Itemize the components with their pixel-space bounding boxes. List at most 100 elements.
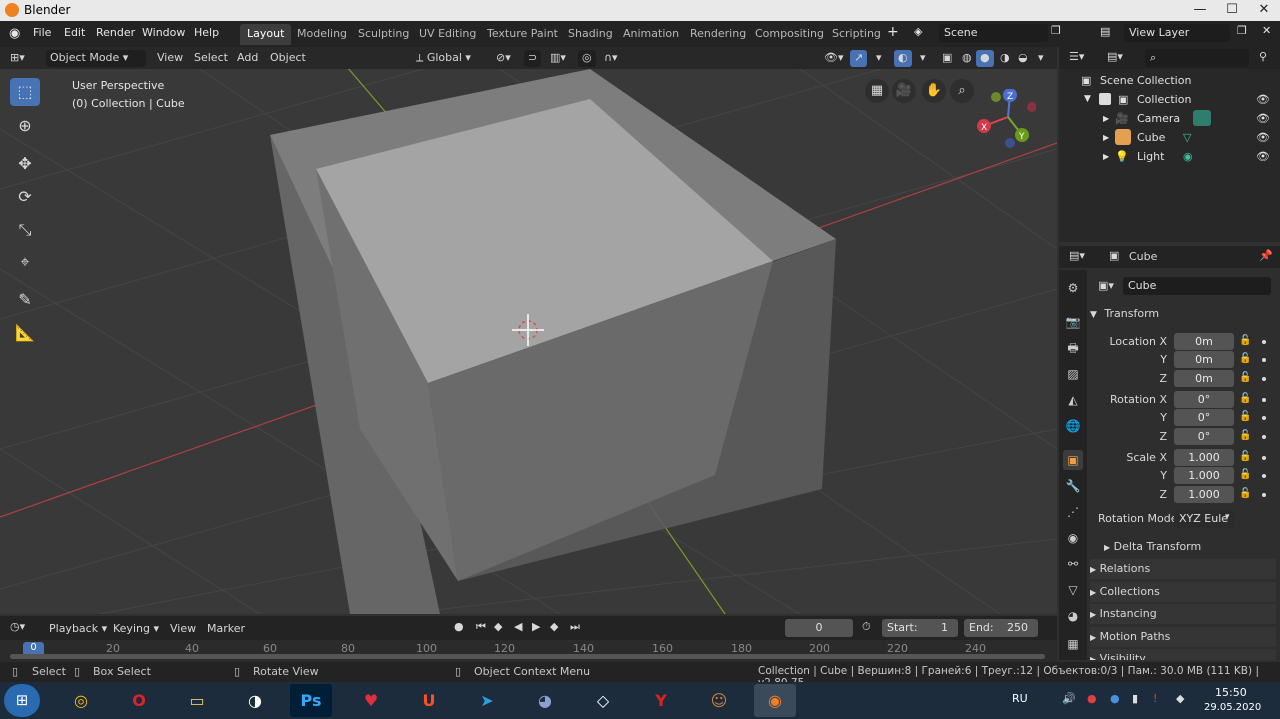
menu-select[interactable]: Select (190, 50, 232, 67)
expand-arrow-icon[interactable]: ▶ (1103, 147, 1109, 166)
pan-hand-icon[interactable]: ✋ (922, 79, 946, 103)
outliner-row-camera[interactable]: ▶ 🎥 Camera 👁 (1059, 109, 1280, 128)
marker-menu[interactable]: Marker (207, 622, 245, 635)
expand-arrow-icon[interactable]: ▶ (1103, 128, 1109, 147)
inkscape-icon[interactable]: ◑ (234, 684, 276, 717)
toggle-camera-view-icon[interactable]: ▦ (865, 79, 889, 103)
mesh-data-icon[interactable]: ▽ (1183, 128, 1191, 147)
relations-panel[interactable]: ▶ Relations (1090, 559, 1276, 579)
visibility-eye-icon[interactable]: 👁 (1256, 90, 1270, 109)
gizmo-toggle-icon[interactable]: ↗ (850, 50, 868, 67)
scene-name-field[interactable]: Scene (939, 24, 1048, 42)
play-icon[interactable]: ▶ (532, 620, 540, 633)
app-heart-icon[interactable]: ♥ (350, 684, 392, 717)
end-frame-field[interactable]: End: 250 (964, 619, 1038, 637)
filter-icon[interactable]: ⚲ (1259, 50, 1267, 63)
timeline-scrollbar[interactable] (10, 654, 1045, 659)
material-shading-icon[interactable]: ◑ (996, 50, 1014, 67)
add-workspace-icon[interactable]: + (887, 24, 899, 40)
move-tool-icon[interactable]: ✥ (10, 150, 40, 178)
tab-shading[interactable]: Shading (561, 24, 620, 45)
app-u-icon[interactable]: U (408, 684, 450, 717)
menu-render[interactable]: Render (96, 26, 135, 39)
network-icon[interactable]: ▮ (1132, 692, 1138, 705)
lock-icon[interactable]: 🔓 (1239, 393, 1251, 405)
keyframe-dot-icon[interactable] (1262, 456, 1266, 460)
tab-layout[interactable]: Layout (240, 24, 292, 45)
scale-z-field[interactable]: 1.000 (1174, 486, 1234, 503)
tray-app-icon[interactable]: ◆ (1176, 692, 1184, 705)
menu-file[interactable]: File (33, 26, 51, 39)
blender-menu-icon[interactable]: ◉ (9, 26, 20, 41)
tab-scripting[interactable]: Scripting (825, 24, 888, 45)
prev-keyframe-icon[interactable]: ◆ (494, 620, 502, 633)
tab-animation[interactable]: Animation (616, 24, 686, 45)
transform-orientation-dropdown[interactable]: ⟂ Global ▾ (412, 50, 487, 67)
material-tab-icon[interactable]: ◕ (1063, 606, 1083, 626)
location-y-field[interactable]: 0m (1174, 351, 1234, 368)
jump-end-icon[interactable]: ⏭ (570, 620, 580, 634)
tool-tab-icon[interactable]: ⚙ (1063, 278, 1083, 298)
cursor-tool-icon[interactable]: ⊕ (10, 112, 40, 140)
motion-paths-panel[interactable]: ▶ Motion Paths (1090, 627, 1276, 647)
constraints-tab-icon[interactable]: ⚯ (1063, 554, 1083, 574)
snap-target-icon[interactable]: ▥▾ (546, 50, 570, 67)
rotate-tool-icon[interactable]: ⟳ (10, 183, 40, 211)
snap-icon[interactable]: ⊃ (524, 50, 542, 67)
keyframe-dot-icon[interactable] (1262, 493, 1266, 497)
lock-icon[interactable]: 🔓 (1239, 469, 1251, 481)
overlay-toggle-icon[interactable]: ◐ (894, 50, 912, 67)
rotation-y-field[interactable]: 0° (1174, 409, 1234, 426)
unity-icon[interactable]: ◇ (582, 684, 624, 717)
data-tab-icon[interactable]: ▽ (1063, 580, 1083, 600)
keying-menu[interactable]: Keying ▾ (113, 622, 159, 635)
start-button-icon[interactable]: ⊞ (4, 684, 40, 717)
next-keyframe-icon[interactable]: ◆ (550, 620, 558, 633)
editor-type-icon[interactable]: ⊞▾ (6, 50, 29, 67)
menu-help[interactable]: Help (194, 26, 219, 39)
scale-x-field[interactable]: 1.000 (1174, 449, 1234, 466)
jump-start-icon[interactable]: ⏮ (476, 620, 486, 634)
view-layer-tab-icon[interactable]: ▨ (1063, 364, 1083, 384)
telegram-icon[interactable]: ➤ (466, 684, 508, 717)
minimize-button[interactable]: — (1186, 1, 1214, 19)
lock-icon[interactable]: 🔓 (1239, 488, 1251, 500)
rotation-z-field[interactable]: 0° (1174, 428, 1234, 445)
gizmo-dropdown-icon[interactable]: ▾ (872, 50, 886, 67)
keyframe-dot-icon[interactable] (1262, 416, 1266, 420)
opera-icon[interactable]: O (118, 684, 160, 717)
checkbox-icon[interactable] (1099, 93, 1111, 105)
chrome-icon[interactable]: ◎ (60, 684, 102, 717)
copy-view-layer-icon[interactable]: ❐ (1237, 24, 1247, 37)
falloff-icon[interactable]: ∩▾ (600, 50, 622, 67)
modifier-tab-icon[interactable]: 🔧 (1063, 476, 1083, 496)
object-name-field[interactable]: Cube (1123, 277, 1271, 295)
visibility-eye-icon[interactable]: 👁 (1256, 109, 1270, 128)
transform-tool-icon[interactable]: ⌖ (10, 248, 40, 276)
zoom-icon[interactable]: ⌕ (950, 79, 974, 103)
overlay-dropdown-icon[interactable]: ▾ (916, 50, 930, 67)
instancing-panel[interactable]: ▶ Instancing (1090, 604, 1276, 624)
current-frame-field[interactable]: 0 (785, 619, 853, 637)
scale-tool-icon[interactable]: ⤡ (10, 216, 40, 244)
menu-edit[interactable]: Edit (64, 26, 85, 39)
file-explorer-icon[interactable]: ▭ (176, 684, 218, 717)
cinema4d-icon[interactable]: ◕ (524, 684, 566, 717)
language-indicator[interactable]: RU (1012, 692, 1028, 705)
location-x-field[interactable]: 0m (1174, 333, 1234, 350)
camera-icon[interactable]: 🎥 (892, 79, 916, 103)
visibility-eye-icon[interactable]: 👁 (1256, 128, 1270, 147)
maximize-button[interactable]: ☐ (1218, 1, 1246, 19)
lock-icon[interactable]: 🔓 (1239, 372, 1251, 384)
keyframe-dot-icon[interactable] (1262, 398, 1266, 402)
texture-tab-icon[interactable]: ▦ (1063, 634, 1083, 654)
lock-icon[interactable]: 🔓 (1239, 430, 1251, 442)
playback-menu[interactable]: Playback ▾ (49, 622, 107, 635)
tab-compositing[interactable]: Compositing (748, 24, 831, 45)
output-tab-icon[interactable]: 🖶 (1063, 338, 1083, 358)
xray-icon[interactable]: ▣ (938, 50, 956, 67)
3d-viewport[interactable]: User Perspective (0) Collection | Cube Z… (0, 69, 1057, 614)
tab-rendering[interactable]: Rendering (683, 24, 753, 45)
tab-modeling[interactable]: Modeling (290, 24, 354, 45)
wireframe-shading-icon[interactable]: ◍ (958, 50, 976, 67)
